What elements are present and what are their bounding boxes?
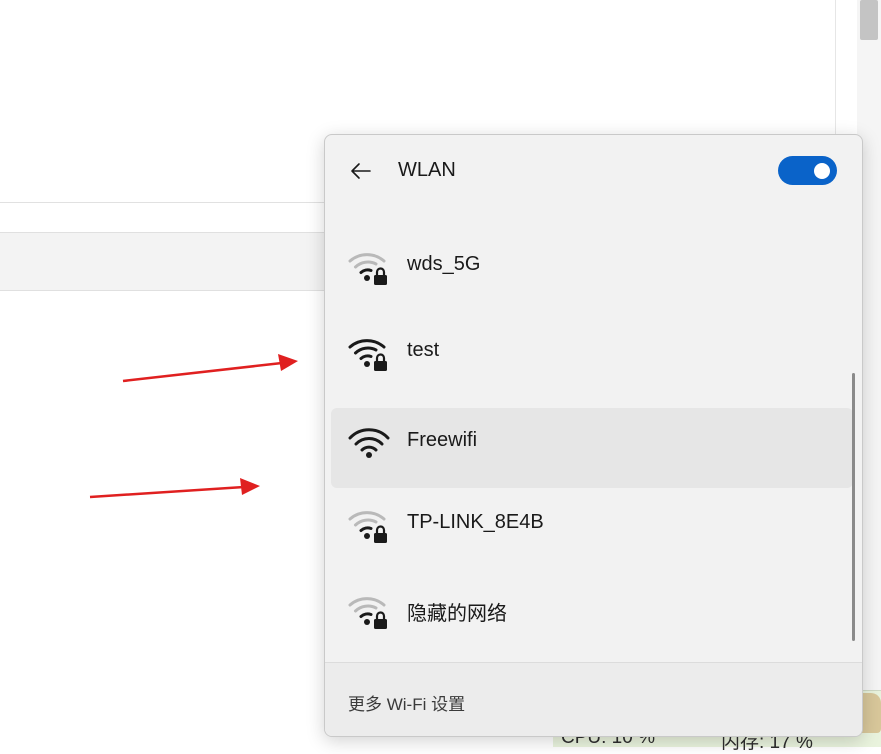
back-arrow-icon	[351, 163, 371, 179]
wlan-flyout: WLAN wds_5G test Freewifi TP-LINK_8E4B 隐…	[324, 134, 863, 737]
annotation-arrow-1	[122, 354, 298, 383]
toggle-knob	[814, 163, 830, 179]
wifi-locked-icon	[348, 339, 387, 371]
network-name: 隐藏的网络	[407, 603, 507, 625]
network-item[interactable]: Freewifi	[331, 408, 853, 488]
wlan-toggle[interactable]	[778, 156, 837, 185]
network-item[interactable]: 隐藏的网络	[331, 569, 853, 649]
network-name: wds_5G	[407, 253, 481, 275]
wifi-locked-icon	[348, 253, 387, 285]
network-name: TP-LINK_8E4B	[407, 511, 544, 533]
more-wifi-settings-link[interactable]: 更多 Wi-Fi 设置	[348, 690, 465, 715]
network-name: test	[407, 339, 440, 361]
annotation-arrow-2	[89, 478, 260, 499]
network-item[interactable]: test	[331, 311, 853, 391]
network-item[interactable]: wds_5G	[331, 225, 853, 305]
wifi-locked-icon	[348, 597, 387, 629]
network-item[interactable]: TP-LINK_8E4B	[331, 483, 853, 563]
network-list-scrollbar[interactable]	[852, 373, 855, 641]
back-button[interactable]	[347, 157, 375, 185]
wifi-locked-icon	[348, 511, 387, 543]
wifi-icon	[348, 428, 390, 458]
network-name: Freewifi	[407, 429, 478, 451]
wlan-title: WLAN	[398, 159, 456, 181]
wlan-footer: 更多 Wi-Fi 设置	[325, 662, 862, 736]
wlan-header: WLAN	[325, 135, 862, 207]
